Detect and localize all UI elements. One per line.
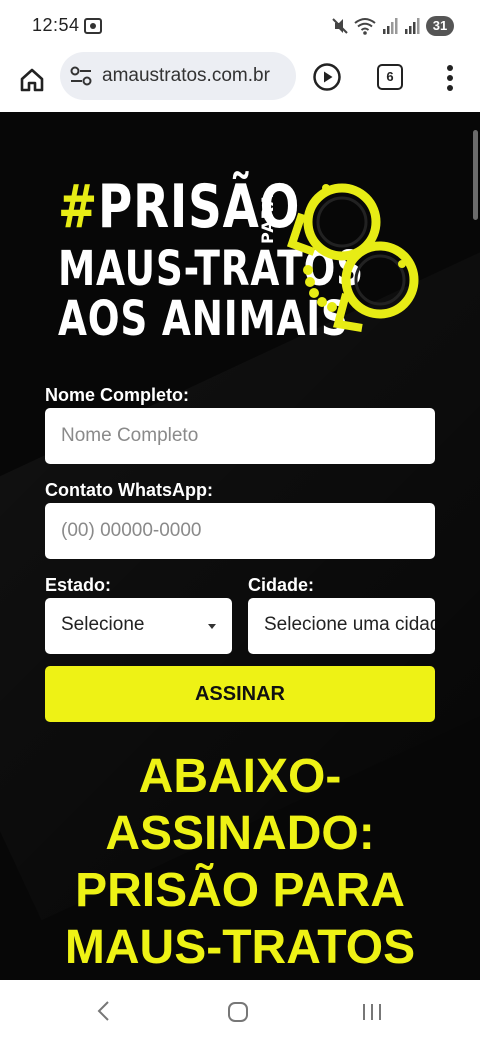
chevron-down-icon	[208, 624, 216, 629]
headline-line: MAUS-TRATOS	[64, 921, 416, 974]
state-label: Estado:	[45, 575, 112, 595]
whatsapp-input[interactable]	[45, 503, 435, 559]
status-icons: 31	[332, 15, 454, 37]
system-nav-bar	[0, 980, 480, 1040]
headline-line: PRISÃO PARA	[75, 864, 405, 917]
browser-toolbar: amaustratos.com.br 6	[0, 52, 480, 112]
logo-para: PARA	[258, 192, 277, 244]
home-icon	[20, 68, 44, 92]
scrollbar[interactable]	[473, 130, 478, 220]
status-bar: 12:54 31	[0, 0, 480, 52]
home-button[interactable]	[14, 62, 50, 98]
signal-icon	[383, 18, 398, 34]
play-icon[interactable]	[312, 62, 342, 92]
page-headline: ABAIXO- ASSINADO: PRISÃO PARA MAUS-TRATO…	[0, 748, 480, 976]
home-circle-icon[interactable]	[227, 1001, 249, 1023]
campaign-logo: #PRISÃO PARA MAUS-TRATOS AOS ANIMAIS	[58, 172, 428, 346]
state-select-value: Selecione	[61, 614, 145, 635]
signal-icon	[405, 18, 420, 34]
city-select-value: Selecione uma cidade	[264, 614, 435, 635]
city-select[interactable]: Selecione uma cidade	[248, 598, 435, 654]
back-icon[interactable]	[94, 1000, 114, 1022]
city-label: Cidade:	[248, 575, 315, 595]
url-text: amaustratos.com.br	[102, 65, 270, 86]
handcuffs-icon	[286, 183, 419, 332]
address-bar[interactable]: amaustratos.com.br	[60, 52, 296, 100]
tabs-button[interactable]: 6	[377, 64, 403, 90]
logo-hash: #	[58, 172, 98, 242]
web-page: #PRISÃO PARA MAUS-TRATOS AOS ANIMAIS Nom…	[0, 112, 480, 980]
state-select[interactable]: Selecione	[45, 598, 232, 654]
status-time: 12:54	[32, 15, 80, 35]
name-label: Nome Completo:	[45, 385, 189, 405]
wifi-icon	[354, 18, 376, 35]
recents-icon[interactable]	[360, 1002, 384, 1022]
headline-line: ASSINADO:	[105, 807, 375, 860]
sign-button[interactable]: ASSINAR	[45, 666, 435, 722]
name-input[interactable]	[45, 408, 435, 464]
whatsapp-label: Contato WhatsApp:	[45, 480, 213, 500]
site-settings-icon[interactable]	[70, 66, 92, 86]
more-vert-icon[interactable]	[438, 62, 462, 94]
battery-badge: 31	[426, 16, 454, 36]
screen-record-icon	[84, 18, 102, 34]
mute-icon	[332, 18, 348, 34]
headline-line: ABAIXO-	[138, 750, 342, 803]
